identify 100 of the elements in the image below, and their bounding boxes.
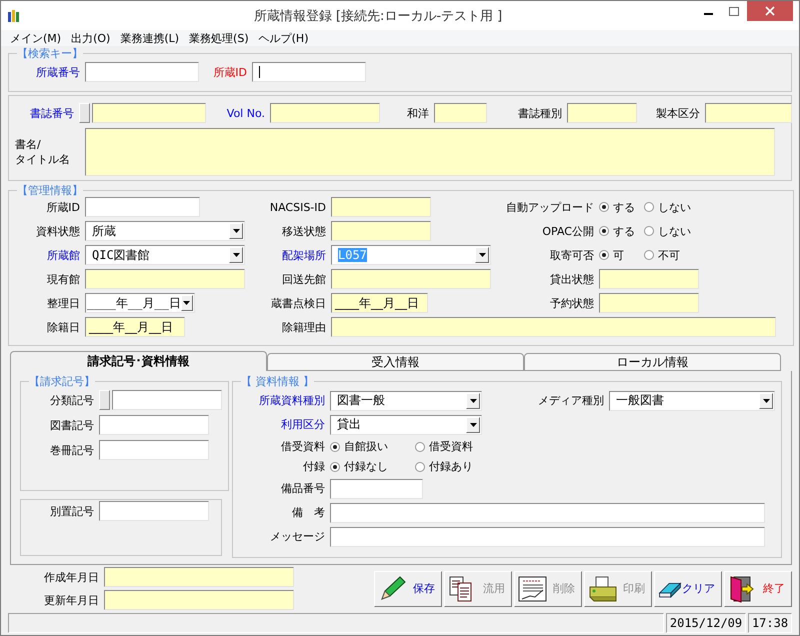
field-label: 更新年月日 xyxy=(43,592,100,608)
menu-item[interactable]: 業務処理(S) xyxy=(184,30,254,46)
lookup-button[interactable] xyxy=(99,390,110,410)
field-label: 別置記号 xyxy=(49,504,95,518)
field-label: 移送状態 xyxy=(281,224,327,238)
text-area[interactable] xyxy=(85,128,775,176)
field-label: 製本区分 xyxy=(655,106,701,120)
pencil-icon xyxy=(378,574,406,602)
input-field[interactable] xyxy=(330,478,423,498)
input-field[interactable] xyxy=(330,502,765,522)
input-field[interactable] xyxy=(599,293,699,313)
dropdown[interactable]: 図書一般 xyxy=(330,390,482,410)
field-label: NACSIS-ID xyxy=(268,200,327,214)
input-field[interactable] xyxy=(330,526,765,546)
input-field[interactable]: ____年__月__日 xyxy=(331,293,428,313)
status-date: 2015/12/09 xyxy=(666,613,746,633)
radio-button[interactable]: 付録あり xyxy=(415,459,485,474)
menu-item[interactable]: ヘルプ(H) xyxy=(254,30,314,46)
input-field[interactable] xyxy=(112,390,222,410)
toolbar-button[interactable]: 保存 xyxy=(374,570,442,606)
input-field[interactable] xyxy=(99,440,209,460)
menu-item[interactable]: メイン(M) xyxy=(5,30,66,46)
field-label: メディア種別 xyxy=(537,393,605,408)
input-field[interactable] xyxy=(331,221,431,241)
menu-item[interactable]: 出力(O) xyxy=(66,30,116,46)
printer-icon xyxy=(588,574,618,602)
field-label: 現有館 xyxy=(46,272,81,286)
field-label: 借受資料 xyxy=(280,439,326,454)
input-field[interactable] xyxy=(331,269,491,289)
lookup-button[interactable] xyxy=(79,103,90,123)
dropdown[interactable]: 所蔵 xyxy=(85,221,245,241)
radio-button[interactable]: 不可 xyxy=(644,248,714,262)
menu-item[interactable]: 業務連携(L) xyxy=(115,30,184,46)
radio-button[interactable]: 可 xyxy=(599,248,644,262)
field-label: 巻冊記号 xyxy=(49,442,95,458)
caret-icon xyxy=(478,253,486,257)
input-field[interactable]: ____年__月__日 xyxy=(85,317,185,337)
window-title: 所蔵情報登録 [接続先:ローカル-テスト用 ] xyxy=(252,8,504,24)
input-field[interactable] xyxy=(567,103,637,123)
field-label: 取寄可否 xyxy=(549,248,595,262)
input-field[interactable] xyxy=(85,197,200,217)
field-label: 作成年月日 xyxy=(43,570,100,584)
field-label: Vol No. xyxy=(226,106,266,120)
toolbar-button[interactable]: クリア xyxy=(654,570,722,606)
input-field[interactable] xyxy=(104,590,294,610)
chart-document-icon xyxy=(518,574,548,602)
radio-button[interactable]: しない xyxy=(644,224,714,238)
close-button[interactable] xyxy=(747,1,793,21)
dropdown[interactable]: 一般図書 xyxy=(609,390,775,410)
field-label: 付録 xyxy=(302,459,326,474)
input-field[interactable] xyxy=(104,567,294,587)
input-field[interactable] xyxy=(270,103,380,123)
field-label: 資料状態 xyxy=(35,224,81,238)
field-label: 除籍日 xyxy=(46,320,81,334)
toolbar-button[interactable]: 終了 xyxy=(724,570,792,606)
group-title: 【請求記号】 xyxy=(29,374,95,389)
input-field[interactable] xyxy=(85,62,199,82)
caret-icon xyxy=(183,301,190,305)
field-label: 所蔵番号 xyxy=(35,64,81,80)
input-field[interactable] xyxy=(85,269,245,289)
field-label: 配架場所 xyxy=(281,248,327,262)
radio-button[interactable]: する xyxy=(599,200,644,214)
group-title: 【 資料情報 】 xyxy=(241,374,314,389)
field-label: OPAC公開 xyxy=(541,224,595,238)
input-field[interactable] xyxy=(331,317,776,337)
field-label: 備品番号 xyxy=(280,481,326,496)
dropdown[interactable]: 貸出 xyxy=(330,414,482,434)
radio-button[interactable]: 付録なし xyxy=(330,459,415,474)
caret-icon xyxy=(232,253,240,257)
field-label: 予約状態 xyxy=(549,296,595,310)
input-field[interactable] xyxy=(434,103,487,123)
dropdown[interactable]: QIC図書館 xyxy=(85,245,245,265)
input-field[interactable] xyxy=(331,197,431,217)
field-label: 図書記号 xyxy=(49,418,95,432)
caret-icon xyxy=(470,422,476,426)
input-field[interactable] xyxy=(92,103,206,123)
input-field[interactable] xyxy=(705,103,792,123)
radio-button[interactable]: しない xyxy=(644,200,714,214)
field-label: 貸出状態 xyxy=(549,272,595,286)
input-field[interactable] xyxy=(99,501,209,521)
caret-icon xyxy=(470,398,476,402)
radio-button[interactable]: 自館扱い xyxy=(330,439,415,454)
radio-button[interactable]: 借受資料 xyxy=(415,439,485,454)
document-icon xyxy=(448,574,474,602)
tab[interactable]: ローカル情報 xyxy=(524,353,781,371)
input-field[interactable] xyxy=(99,415,209,435)
tab[interactable]: 請求記号･資料情報 xyxy=(10,351,267,371)
input-field[interactable] xyxy=(252,62,366,82)
dropdown[interactable]: ____年__月__日 xyxy=(85,293,195,313)
close-icon xyxy=(765,6,775,16)
radio-button[interactable]: する xyxy=(599,224,644,238)
input-field[interactable] xyxy=(599,269,699,289)
field-label: 除籍理由 xyxy=(281,320,327,334)
tab[interactable]: 受入情報 xyxy=(267,353,524,371)
maximize-icon xyxy=(729,6,739,16)
group-title: 【管理情報】 xyxy=(17,183,83,198)
field-label: 所蔵ID xyxy=(45,200,81,214)
caret-icon xyxy=(762,398,770,402)
field-label: 書名/ タイトル名 xyxy=(15,137,71,167)
field-label: 所蔵資料種別 xyxy=(258,393,326,408)
